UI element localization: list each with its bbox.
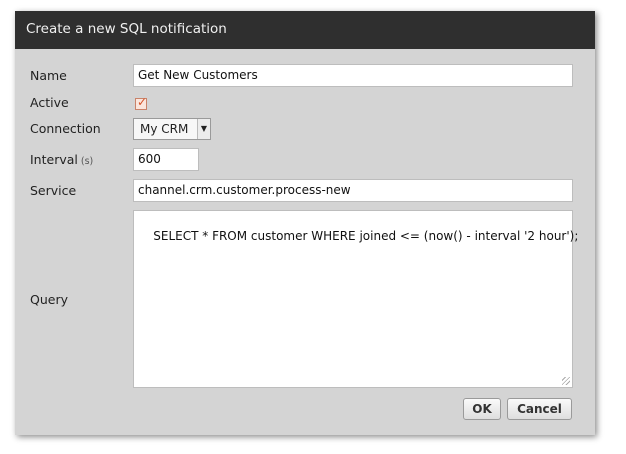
dialog-title: Create a new SQL notification (15, 11, 595, 49)
service-input[interactable]: channel.crm.customer.process-new (133, 179, 573, 202)
checkmark-icon: ✓ (137, 95, 148, 109)
resize-handle-icon[interactable] (562, 377, 570, 385)
active-checkbox[interactable]: ✓ (135, 95, 148, 110)
service-label: Service (30, 183, 77, 198)
connection-label: Connection (30, 121, 101, 136)
connection-select[interactable]: My CRM ▼ (133, 118, 211, 140)
query-label: Query (30, 292, 68, 307)
query-textarea[interactable]: SELECT * FROM customer WHERE joined <= (… (133, 210, 578, 388)
ok-button[interactable]: OK (463, 398, 501, 420)
interval-label-text: Interval (30, 152, 78, 167)
interval-input[interactable]: 600 (133, 148, 199, 171)
query-text: SELECT * FROM customer WHERE joined <= (… (153, 229, 579, 243)
connection-selected-value: My CRM (140, 122, 189, 136)
interval-label: Interval (s) (30, 152, 93, 167)
interval-unit: (s) (80, 156, 94, 167)
name-input[interactable]: Get New Customers (133, 64, 573, 87)
name-label: Name (30, 68, 67, 83)
active-label: Active (30, 95, 69, 110)
cancel-button[interactable]: Cancel (507, 398, 572, 420)
sql-notification-dialog: Create a new SQL notification Name Get N… (15, 11, 595, 435)
dropdown-arrow-icon: ▼ (197, 119, 210, 139)
